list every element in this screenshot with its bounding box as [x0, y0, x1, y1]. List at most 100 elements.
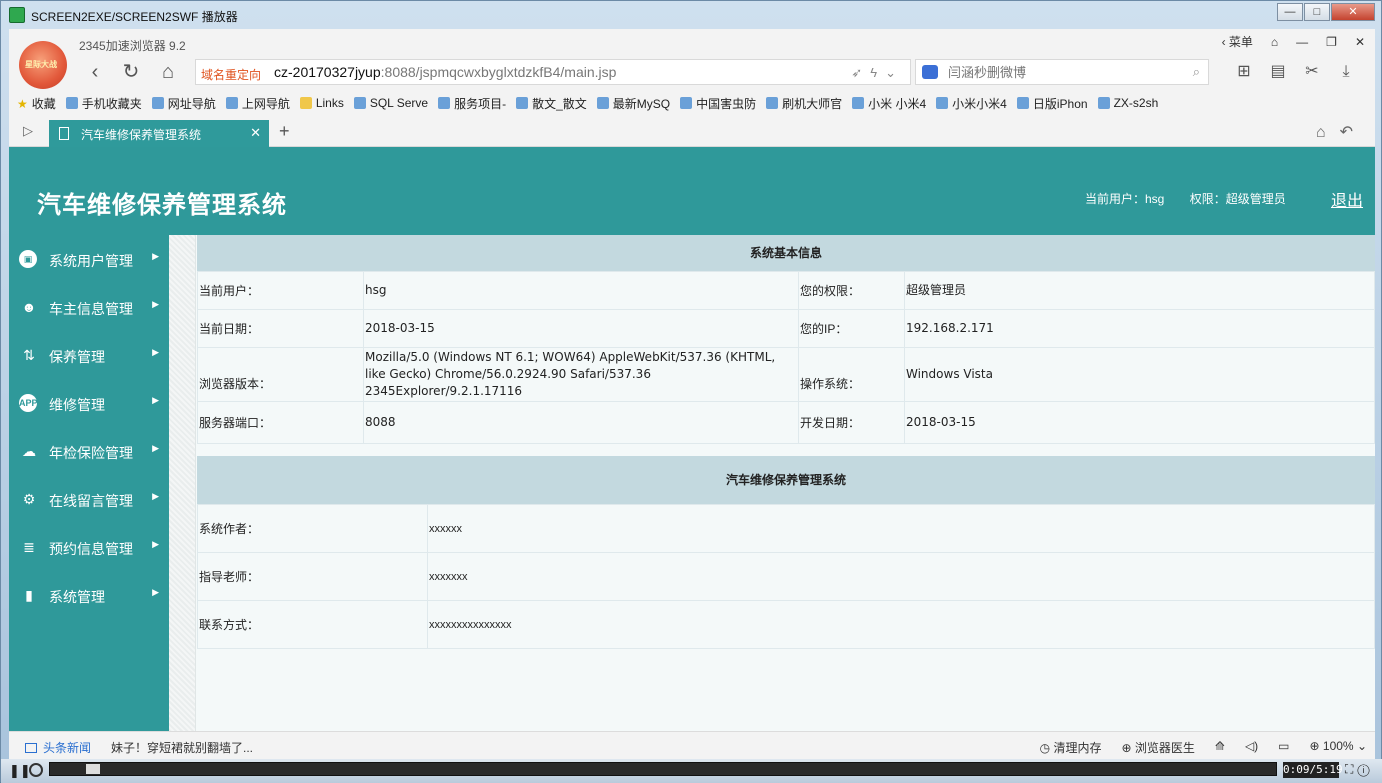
- bookmark-item[interactable]: ZX-s2sh: [1097, 96, 1159, 110]
- seek-bar[interactable]: [49, 762, 1277, 776]
- bookmark-item[interactable]: 小米小米4: [936, 95, 1007, 112]
- bookmark-item[interactable]: Links: [299, 96, 344, 110]
- news-button[interactable]: 头条新闻: [25, 739, 91, 756]
- clean-memory-label: 清理内存: [1053, 741, 1102, 755]
- bookmark-item[interactable]: SQL Serve: [353, 96, 428, 110]
- bookmark-item[interactable]: 刷机大师官: [766, 95, 842, 112]
- browser-doctor-button[interactable]: ⊕ 浏览器医生: [1121, 739, 1194, 756]
- bookmark-item[interactable]: 中国害虫防: [680, 95, 756, 112]
- close-button[interactable]: ✕: [1331, 3, 1375, 21]
- sort-arrows-icon: ⇅: [23, 347, 35, 363]
- player-controls: ❚❚ 0:09/5:19 ⛶ⓘ: [1, 759, 1382, 783]
- system-key: 指导老师：: [197, 552, 428, 601]
- bookmark-label: ZX-s2sh: [1113, 96, 1159, 110]
- chevron-right-icon: ▶: [152, 491, 159, 501]
- tab-title: 汽车维修保养管理系统: [81, 128, 202, 142]
- bookmark-item[interactable]: 日版iPhon: [1016, 95, 1088, 112]
- seek-handle[interactable]: [86, 764, 101, 774]
- sidebar-item[interactable]: ⇅ 保养管理 ▶: [9, 331, 169, 379]
- sidebar-item[interactable]: ☁ 年检保险管理 ▶: [9, 427, 169, 475]
- bookmark-icon: [766, 97, 779, 109]
- toolbar-icons: ⊞ ▤ ✂ ⤓: [1227, 61, 1363, 83]
- tab-active[interactable]: 汽车维修保养管理系统 ✕: [49, 120, 269, 147]
- address-bar-icons[interactable]: ➶ϟ⌄: [851, 65, 904, 81]
- info-key: 当前用户：: [197, 271, 364, 310]
- bookmark-icon: [852, 97, 865, 109]
- apps-icon[interactable]: ⊞: [1227, 61, 1261, 83]
- sidebar-item[interactable]: APP 维修管理 ▶: [9, 379, 169, 427]
- player-extra-icons[interactable]: ⛶ⓘ: [1345, 762, 1374, 777]
- tab-strip-tools[interactable]: ⌂↶: [1316, 122, 1367, 142]
- restore-icon[interactable]: ❐: [1326, 35, 1337, 49]
- bookmark-icon: [438, 97, 451, 109]
- main-content: 系统基本信息 当前用户： hsg 您的权限： 超级管理员 当前日期： 2018-03-15…: [197, 235, 1375, 731]
- bookmark-label: 刷机大师官: [782, 96, 843, 111]
- sidebar-item-label: 系统用户管理: [49, 253, 133, 269]
- back-button[interactable]: ‹: [81, 61, 109, 85]
- bookmark-item[interactable]: 上网导航: [225, 95, 290, 112]
- bookmark-item[interactable]: 手机收藏夹: [65, 95, 142, 112]
- stop-icon[interactable]: [29, 763, 43, 777]
- refresh-button[interactable]: ↻: [117, 61, 145, 85]
- player-title: SCREEN2EXE/SCREEN2SWF 播放器: [31, 10, 238, 24]
- news-headline[interactable]: 妹子！穿短裙就别翻墙了...: [111, 739, 253, 756]
- logout-link[interactable]: 退出: [1331, 187, 1363, 211]
- menu-label: 菜单: [1228, 35, 1253, 49]
- bookmark-item[interactable]: 服务项目-: [438, 95, 506, 112]
- bookmark-item[interactable]: ★ 收藏: [17, 95, 56, 112]
- clean-memory-button[interactable]: ◷ 清理内存: [1040, 739, 1102, 756]
- sound-icon[interactable]: ◁): [1245, 739, 1258, 756]
- sidebar-item[interactable]: ▮ 系统管理 ▶: [9, 571, 169, 619]
- bookmark-icon: [151, 97, 164, 109]
- address-bar[interactable]: 域名重定向 cz-20170327jyup:8088/jspmqcwxbyglx…: [195, 59, 911, 85]
- browser-logo[interactable]: 星际大战: [19, 41, 67, 89]
- download-icon[interactable]: ⤓: [1329, 61, 1363, 83]
- accelerate-icon[interactable]: ⟰: [1215, 739, 1225, 756]
- bookmark-icon: [65, 97, 78, 109]
- window-icon[interactable]: ▭: [1278, 739, 1289, 756]
- reader-icon[interactable]: ▤: [1261, 61, 1295, 83]
- sidebar-item[interactable]: ≣ 预约信息管理 ▶: [9, 523, 169, 571]
- tab-strip: ▷ 汽车维修保养管理系统 ✕ + ⌂↶: [9, 117, 1375, 147]
- bookmark-item[interactable]: 小米 小米4: [852, 95, 926, 112]
- bookmark-item[interactable]: 最新MySQ: [596, 95, 671, 112]
- sidebar-item-label: 预约信息管理: [49, 541, 133, 557]
- monitor-icon: ▣: [19, 250, 37, 268]
- zoom-control[interactable]: ⊕ 100% ⌄: [1310, 739, 1367, 756]
- url-path: :8088/jspmqcwxbyglxtdzkfB4/main.jsp: [380, 64, 617, 80]
- sidebar-toggle-icon[interactable]: ▷: [23, 123, 33, 139]
- web-page: 汽车维修保养管理系统 当前用户：hsg 权限：超级管理员 退出 ▣ 系统用户管理 ▶…: [9, 147, 1375, 731]
- section-heading-system: 汽车维修保养管理系统: [197, 456, 1375, 504]
- sidebar-splitter[interactable]: [169, 235, 196, 731]
- scissors-icon[interactable]: ✂: [1295, 61, 1329, 83]
- sidebar-item[interactable]: ▣ 系统用户管理 ▶: [9, 235, 169, 283]
- bookmark-label: 最新MySQ: [612, 96, 671, 111]
- close-icon[interactable]: ✕: [1355, 35, 1365, 49]
- bookmark-label: 服务项目-: [454, 96, 507, 111]
- sidebar-item[interactable]: ⚙ 在线留言管理 ▶: [9, 475, 169, 523]
- info-value: 2018-03-15: [363, 309, 799, 348]
- star-icon: ★: [17, 97, 28, 111]
- browser-toolbar: 星际大战 2345加速浏览器 9.2 ‹ 菜单 ⌂ — ❐ ✕ ‹ ↻ ⌂ 域名…: [9, 29, 1375, 147]
- bookmark-icon: [353, 97, 366, 109]
- info-value: 2018-03-15: [904, 401, 1375, 444]
- bookmark-item[interactable]: 网址导航: [151, 95, 216, 112]
- minimize-button[interactable]: —: [1277, 3, 1303, 21]
- search-icon[interactable]: ⌕: [1193, 64, 1200, 80]
- search-engine-icon[interactable]: [922, 65, 938, 79]
- chevron-right-icon: ▶: [152, 299, 159, 309]
- new-tab-button[interactable]: +: [279, 121, 290, 142]
- sidebar-item[interactable]: ☻ 车主信息管理 ▶: [9, 283, 169, 331]
- minimize-icon[interactable]: —: [1296, 35, 1308, 49]
- tab-close-icon[interactable]: ✕: [250, 125, 261, 141]
- maximize-button[interactable]: □: [1304, 3, 1330, 21]
- skin-icon[interactable]: ⌂: [1271, 35, 1278, 49]
- menu-button[interactable]: ‹ 菜单: [1222, 33, 1253, 50]
- system-value: xxxxxx: [427, 504, 1375, 553]
- url-text[interactable]: cz-20170327jyup:8088/jspmqcwxbyglxtdzkfB…: [274, 64, 616, 80]
- home-button[interactable]: ⌂: [154, 61, 182, 85]
- pause-icon[interactable]: ❚❚: [9, 763, 31, 779]
- bookmark-item[interactable]: 散文_散文: [516, 95, 587, 112]
- search-input[interactable]: [948, 63, 1178, 81]
- chevron-right-icon: ▶: [152, 347, 159, 357]
